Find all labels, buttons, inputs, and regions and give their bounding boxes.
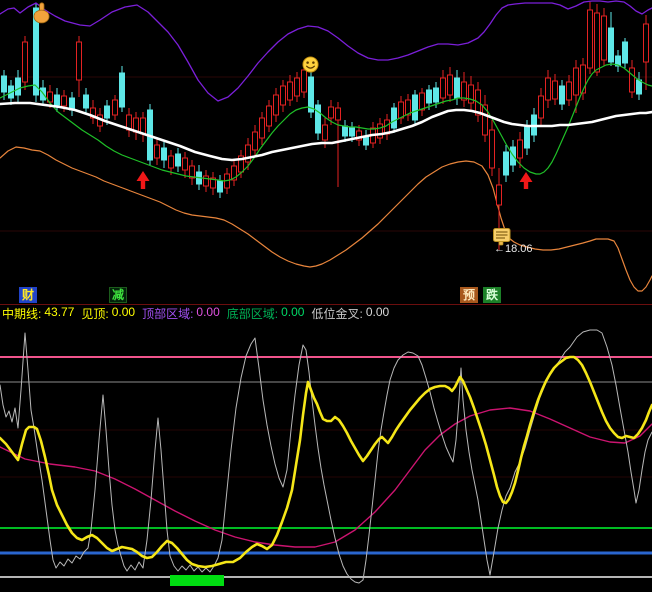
legend-item: 低位金叉:0.00 xyxy=(311,305,389,322)
candle-up xyxy=(253,132,258,150)
candle-up xyxy=(644,24,649,62)
legend-item-value: 43.77 xyxy=(44,305,74,322)
candle-up xyxy=(497,185,502,205)
candle-up xyxy=(295,78,300,96)
legend-item: 见顶:0.00 xyxy=(81,305,135,322)
candle-up xyxy=(539,96,544,118)
candle-up xyxy=(448,75,453,95)
chart-badge: 预 xyxy=(460,287,478,303)
candle-down xyxy=(105,106,110,118)
hand-icon xyxy=(31,2,52,30)
legend-item-label: 低位金叉: xyxy=(311,305,362,322)
candle-up xyxy=(518,140,523,158)
candle-down xyxy=(55,95,60,105)
candle-up xyxy=(260,118,265,138)
legend-item-label: 顶部区域: xyxy=(142,305,193,322)
candle-down xyxy=(120,73,125,107)
candle-down xyxy=(162,148,167,160)
indicator-legend-row: 中期线:43.77见顶:0.00顶部区域:0.00底部区域:0.00低位金叉:0… xyxy=(0,304,652,321)
legend-item: 中期线:43.77 xyxy=(2,305,74,322)
candle-down xyxy=(350,128,355,136)
legend-item-label: 中期线: xyxy=(2,305,41,322)
legend-item-label: 底部区域: xyxy=(227,305,278,322)
candle-down xyxy=(413,95,418,120)
candle-down xyxy=(434,88,439,102)
chart-badge: 减 xyxy=(109,287,127,303)
candle-up xyxy=(399,102,404,118)
legend-item: 顶部区域:0.00 xyxy=(142,305,220,322)
candle-down xyxy=(218,181,223,192)
candle-up xyxy=(441,78,446,98)
legend-item-value: 0.00 xyxy=(366,305,389,322)
legend-item: 底部区域:0.00 xyxy=(227,305,305,322)
candle-up xyxy=(23,42,28,82)
band-lower-orange xyxy=(0,147,652,291)
candle-up xyxy=(595,13,600,72)
candle-up xyxy=(329,107,334,118)
candle-down xyxy=(2,76,7,92)
candle-up xyxy=(336,108,341,120)
candle-up xyxy=(602,16,607,60)
candle-down xyxy=(427,90,432,103)
candle-down xyxy=(392,108,397,128)
candle-down xyxy=(455,78,460,98)
candle-up xyxy=(281,86,286,105)
candle-up xyxy=(490,130,495,168)
price-callout-value: 18.06 xyxy=(505,243,533,255)
candle-up xyxy=(420,93,425,110)
candle-up xyxy=(546,78,551,100)
legend-item-label: 见顶: xyxy=(81,305,108,322)
candle-down xyxy=(84,95,89,108)
candle-down xyxy=(16,78,21,95)
smiley-icon xyxy=(302,56,319,78)
signal-bar-green xyxy=(170,575,224,586)
candle-down xyxy=(560,86,565,104)
legend-item-value: 0.00 xyxy=(281,305,304,322)
candle-down xyxy=(623,42,628,63)
candle-up xyxy=(574,68,579,95)
candle-down xyxy=(316,105,321,133)
candle-up xyxy=(267,106,272,126)
candle-up xyxy=(567,82,572,100)
candle-up xyxy=(141,118,146,134)
candle-up xyxy=(288,82,293,100)
candle-up xyxy=(169,156,174,168)
candle-up xyxy=(553,81,558,99)
candle-down xyxy=(504,152,509,175)
main-osc-yellow xyxy=(0,357,652,567)
chart-canvas[interactable] xyxy=(0,0,652,592)
candle-up xyxy=(183,158,188,170)
left-arrow-glyph: ← xyxy=(494,243,505,255)
candle-down xyxy=(343,126,348,136)
price-callout: ←18.06 xyxy=(494,243,533,255)
candle-up xyxy=(77,42,82,80)
legend-item-value: 0.00 xyxy=(196,305,219,322)
candle-down xyxy=(176,154,181,166)
candle-up xyxy=(588,10,593,68)
buy-signal-arrow-icon xyxy=(520,172,533,189)
candle-up xyxy=(630,68,635,92)
buy-signal-arrow-icon xyxy=(137,171,150,189)
candle-down xyxy=(637,80,642,94)
candle-down xyxy=(309,77,314,112)
candle-down xyxy=(525,127,530,148)
stock-trading-chart-screen: ←18.06 中期线:43.77见顶:0.00顶部区域:0.00底部区域:0.0… xyxy=(0,0,652,592)
candle-up xyxy=(113,100,118,115)
candle-up xyxy=(274,95,279,115)
candle-down xyxy=(364,137,369,145)
candle-up xyxy=(483,105,488,135)
candle-up xyxy=(155,145,160,158)
candle-up xyxy=(204,176,209,186)
candle-down xyxy=(609,28,614,62)
candle-up xyxy=(378,124,383,138)
chart-badge: 财 xyxy=(19,287,37,303)
candle-up xyxy=(62,96,67,106)
candle-up xyxy=(323,125,328,140)
candle-up xyxy=(462,82,467,100)
chart-badge: 跌 xyxy=(483,287,501,303)
legend-item-value: 0.00 xyxy=(112,305,135,322)
